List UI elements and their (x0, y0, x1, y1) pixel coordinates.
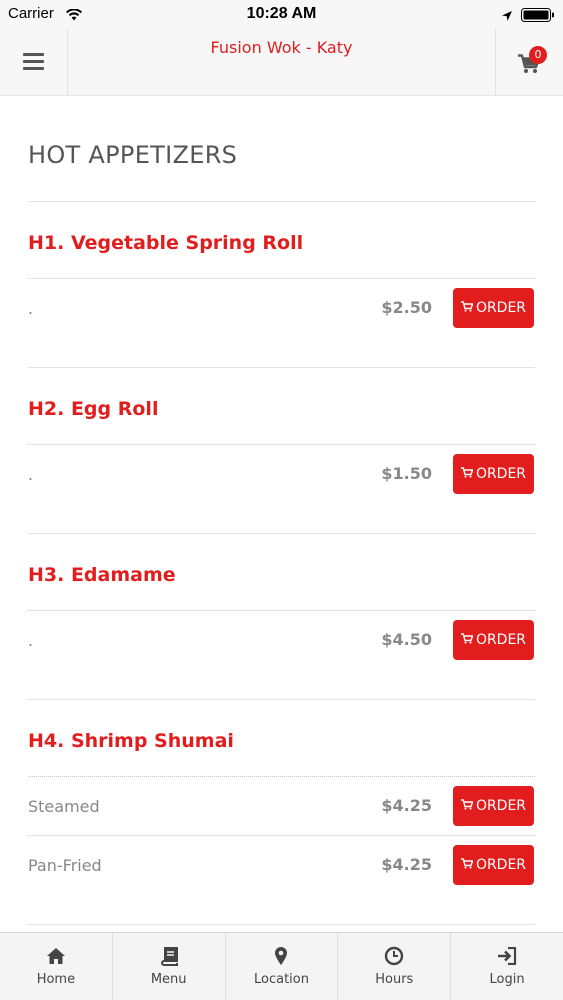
bottom-nav: Home Menu Location Hours Login (0, 932, 563, 1000)
nav-label: Hours (375, 972, 414, 987)
variant-price: $4.25 (381, 796, 432, 815)
nav-location[interactable]: Location (226, 933, 339, 1000)
nav-label: Login (489, 972, 525, 987)
nav-label: Menu (150, 972, 187, 987)
order-button[interactable]: ORDER (453, 845, 534, 885)
book-icon (160, 946, 178, 966)
cart-icon (460, 300, 474, 316)
variant-label: Steamed (28, 797, 100, 816)
status-bar: Carrier 10:28 AM (0, 0, 563, 28)
order-label: ORDER (475, 466, 527, 482)
variant-price: $4.25 (381, 855, 432, 874)
variant-label: Pan-Fried (28, 856, 102, 875)
nav-menu[interactable]: Menu (113, 933, 226, 1000)
hamburger-icon (23, 67, 44, 70)
order-button[interactable]: ORDER (453, 288, 534, 328)
app-header: Fusion Wok - Katy 0 (0, 28, 563, 96)
variant-price: $2.50 (381, 298, 432, 317)
menu-item: H2. Egg Roll . $1.50 ORDER (28, 368, 535, 534)
nav-label: Location (254, 972, 309, 987)
nav-login[interactable]: Login (451, 933, 563, 1000)
cart-icon (460, 632, 474, 648)
order-label: ORDER (475, 632, 527, 648)
order-label: ORDER (475, 300, 527, 316)
item-name: H1. Vegetable Spring Roll (28, 232, 304, 254)
location-arrow-icon (501, 7, 513, 26)
order-button[interactable]: ORDER (453, 786, 534, 826)
item-variant-row: . $1.50 ORDER (28, 444, 535, 503)
menu-item: H1. Vegetable Spring Roll . $2.50 ORDER (28, 202, 535, 368)
nav-home[interactable]: Home (0, 933, 113, 1000)
login-icon (497, 946, 517, 966)
hamburger-icon (23, 53, 44, 56)
nav-hours[interactable]: Hours (338, 933, 452, 1000)
item-name: H2. Egg Roll (28, 398, 159, 420)
order-button[interactable]: ORDER (453, 454, 534, 494)
cart-button[interactable]: 0 (495, 28, 563, 95)
variant-price: $4.50 (381, 630, 432, 649)
page-title: Fusion Wok - Katy (210, 38, 353, 57)
hamburger-icon (23, 60, 44, 63)
menu-item: H3. Edamame . $4.50 ORDER (28, 534, 535, 700)
item-name: H3. Edamame (28, 564, 176, 586)
item-variant-row: . $4.50 ORDER (28, 610, 535, 669)
cart-icon (460, 857, 474, 873)
cart-icon (460, 798, 474, 814)
variant-label: . (28, 631, 34, 650)
battery-icon (521, 7, 555, 26)
item-variant-row: . $2.50 ORDER (28, 278, 535, 337)
item-name: H4. Shrimp Shumai (28, 730, 234, 752)
menu-content: HOT APPETIZERS H1. Vegetable Spring Roll… (28, 97, 535, 925)
map-pin-icon (274, 946, 288, 966)
status-time: 10:28 AM (246, 5, 317, 22)
item-variant-row: Steamed $4.25 ORDER (28, 776, 535, 835)
item-variant-row: Pan-Fried $4.25 ORDER (28, 835, 535, 894)
variant-label: . (28, 299, 34, 318)
home-icon (46, 946, 66, 966)
section-title: HOT APPETIZERS (28, 141, 238, 169)
order-label: ORDER (475, 798, 527, 814)
cart-icon (460, 466, 474, 482)
variant-label: . (28, 465, 34, 484)
nav-label: Home (36, 972, 76, 987)
order-button[interactable]: ORDER (453, 620, 534, 660)
variant-price: $1.50 (381, 464, 432, 483)
hamburger-menu-button[interactable] (0, 28, 68, 95)
menu-item: H4. Shrimp Shumai Steamed $4.25 ORDER Pa… (28, 700, 535, 925)
order-label: ORDER (475, 857, 527, 873)
clock-icon (384, 946, 404, 966)
cart-count-badge: 0 (529, 46, 547, 64)
